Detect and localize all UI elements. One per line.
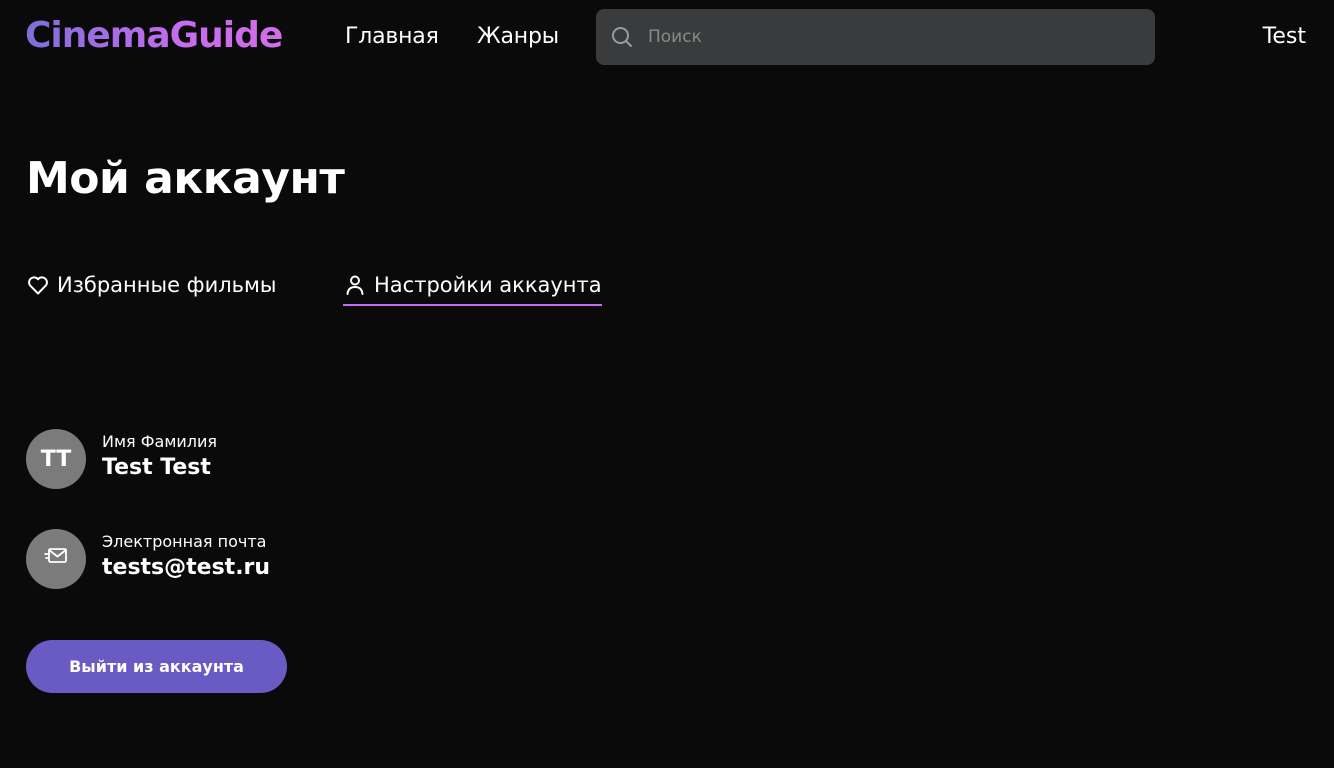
mail-icon xyxy=(43,543,69,575)
account-name-row: TT Имя Фамилия Test Test xyxy=(26,429,217,489)
user-icon xyxy=(343,273,367,297)
email-label: Электронная почта xyxy=(102,532,267,551)
tab-account-settings[interactable]: Настройки аккаунта xyxy=(343,270,602,306)
name-value: Test Test xyxy=(102,455,211,480)
nav-home-link[interactable]: Главная xyxy=(345,22,439,52)
search-input[interactable] xyxy=(648,9,1138,65)
top-header: CinemaGuide Главная Жанры Test xyxy=(0,0,1334,74)
name-label: Имя Фамилия xyxy=(102,432,218,451)
logo[interactable]: CinemaGuide xyxy=(25,12,283,60)
account-email-row: Электронная почта tests@test.ru xyxy=(26,529,270,589)
page-title: Мой аккаунт xyxy=(26,153,345,204)
user-account-link[interactable]: Test xyxy=(1263,22,1306,52)
heart-icon xyxy=(26,273,50,297)
avatar: TT xyxy=(26,429,86,489)
tab-favorite-movies[interactable]: Избранные фильмы xyxy=(26,270,277,306)
nav-genres-link[interactable]: Жанры xyxy=(477,22,559,52)
tab-account-settings-label: Настройки аккаунта xyxy=(374,273,602,297)
search-bar[interactable] xyxy=(596,9,1155,65)
email-avatar xyxy=(26,529,86,589)
tab-favorite-movies-label: Избранные фильмы xyxy=(57,273,277,297)
logout-button[interactable]: Выйти из аккаунта xyxy=(26,640,287,693)
search-icon xyxy=(610,25,634,49)
email-value: tests@test.ru xyxy=(102,555,271,580)
